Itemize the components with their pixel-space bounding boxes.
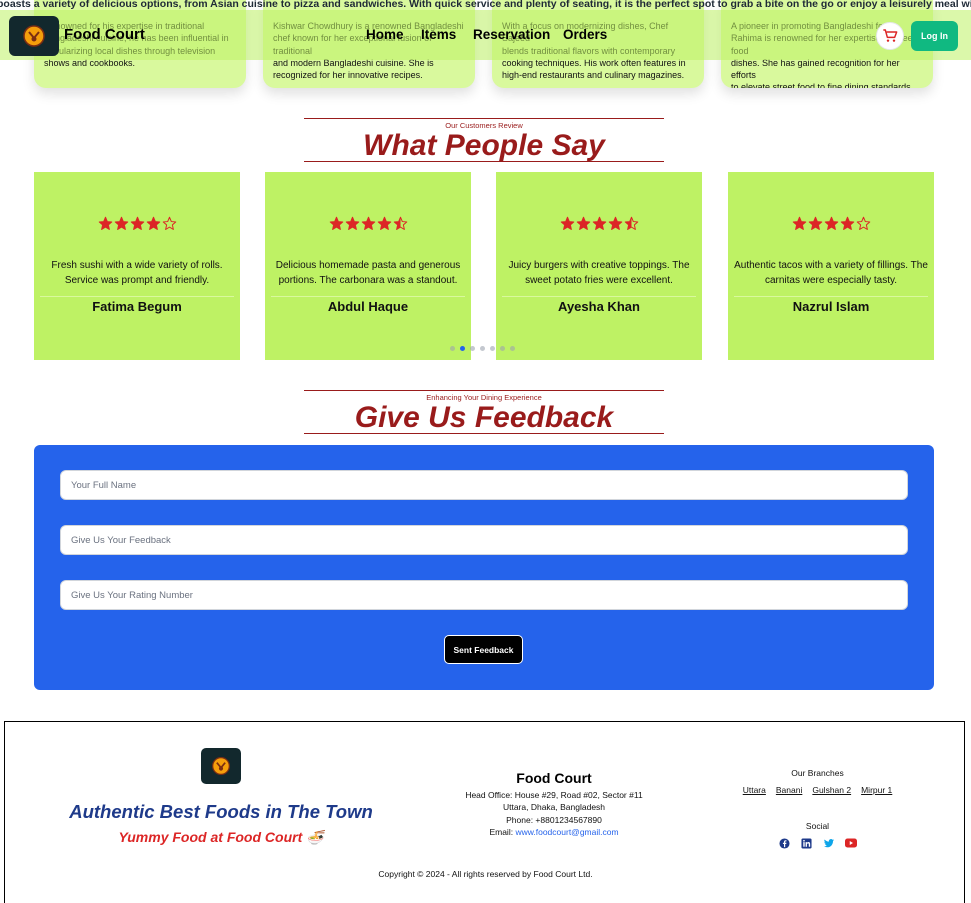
reviewer-name: Fatima Begum xyxy=(92,299,182,314)
star-filled-icon xyxy=(345,216,359,230)
star-filled-icon xyxy=(377,216,391,230)
footer-contact: Food Court Head Office: House #29, Road … xyxy=(454,770,654,838)
reviews-heading: Our Customers Review What People Say xyxy=(304,118,664,162)
copyright: Copyright © 2024 - All rights reserved b… xyxy=(378,869,593,879)
star-rating xyxy=(728,216,934,234)
social-links xyxy=(725,837,910,849)
social-label: Social xyxy=(805,821,830,831)
carousel-dots xyxy=(450,346,515,351)
star-filled-icon xyxy=(608,216,622,230)
star-filled-icon xyxy=(808,216,822,230)
star-filled-icon xyxy=(146,216,160,230)
phone: Phone: +8801234567890 xyxy=(506,814,602,825)
marquee-text: boasts a variety of delicious options, f… xyxy=(0,0,971,10)
address-line-1: Head Office: House #29, Road #02, Sector… xyxy=(465,790,643,800)
branch-gulshan-2[interactable]: Gulshan 2 xyxy=(812,785,851,795)
star-rating xyxy=(265,216,471,234)
facebook-icon[interactable] xyxy=(779,837,791,849)
feedback-form: Sent Feedback xyxy=(34,445,934,690)
star-filled-icon xyxy=(792,216,806,230)
branches-list: Uttara Banani Gulshan 2 Mirpur 1 xyxy=(725,785,910,795)
star-filled-icon xyxy=(114,216,128,230)
star-filled-icon xyxy=(329,216,343,230)
reviewer-name: Ayesha Khan xyxy=(558,299,640,314)
review-card: Fresh sushi with a wide variety of rolls… xyxy=(34,172,240,360)
carousel-dot[interactable] xyxy=(480,346,485,351)
review-text: Juicy burgers with creative toppings. Th… xyxy=(508,260,690,286)
star-filled-icon xyxy=(560,216,574,230)
nav-home[interactable]: Home xyxy=(366,27,404,42)
review-card: Delicious homemade pasta and generous po… xyxy=(265,172,471,360)
star-half-icon xyxy=(624,216,638,230)
star-filled-icon xyxy=(840,216,854,230)
star-rating xyxy=(496,216,702,234)
branch-uttara[interactable]: Uttara xyxy=(743,785,766,795)
navbar: Food Court Home Items Reservation Orders… xyxy=(0,10,971,60)
logo[interactable] xyxy=(9,16,59,56)
star-filled-icon xyxy=(130,216,144,230)
branch-banani[interactable]: Banani xyxy=(776,785,802,795)
email-label: Email: xyxy=(489,826,516,837)
carousel-dot[interactable] xyxy=(470,346,475,351)
divider xyxy=(40,296,234,297)
login-button[interactable]: Log In xyxy=(911,21,958,51)
full-name-input[interactable] xyxy=(60,470,908,500)
footer-right: Our Branches Uttara Banani Gulshan 2 Mir… xyxy=(725,768,910,849)
star-filled-icon xyxy=(592,216,606,230)
carousel-dot[interactable] xyxy=(450,346,455,351)
feedback-heading: Enhancing Your Dining Experience Give Us… xyxy=(304,390,664,434)
star-empty-icon xyxy=(856,216,870,230)
review-card: Juicy burgers with creative toppings. Th… xyxy=(496,172,702,360)
star-filled-icon xyxy=(824,216,838,230)
carousel-dot[interactable] xyxy=(460,346,465,351)
footer: Authentic Best Foods in The Town Yummy F… xyxy=(4,721,965,903)
nav-reservation[interactable]: Reservation xyxy=(473,27,550,42)
food-logo-icon xyxy=(23,25,45,47)
divider xyxy=(502,296,696,297)
nav-orders[interactable]: Orders xyxy=(563,27,607,42)
footer-tagline: Authentic Best Foods in The Town xyxy=(69,801,373,822)
reviewer-name: Nazrul Islam xyxy=(792,299,870,314)
email-row: Email: www.foodcourt@gmail.com xyxy=(454,826,654,838)
reviews-title: What People Say xyxy=(363,129,605,162)
address-line-2: Uttara, Dhaka, Bangladesh xyxy=(502,802,606,813)
footer-brand-name: Food Court xyxy=(516,770,592,786)
review-card: Authentic tacos with a variety of fillin… xyxy=(728,172,934,360)
footer-subtagline: Yummy Food at Food Court 🍜 xyxy=(118,829,324,845)
carousel-dot[interactable] xyxy=(500,346,505,351)
star-rating xyxy=(34,216,240,234)
star-filled-icon xyxy=(361,216,375,230)
email-link[interactable]: www.foodcourt@gmail.com xyxy=(515,827,618,837)
divider xyxy=(734,296,928,297)
youtube-icon[interactable] xyxy=(844,837,857,849)
page: boasts a variety of delicious options, f… xyxy=(0,0,971,903)
star-filled-icon xyxy=(98,216,112,230)
star-filled-icon xyxy=(576,216,590,230)
send-feedback-button[interactable]: Sent Feedback xyxy=(444,635,523,664)
star-empty-icon xyxy=(162,216,176,230)
twitter-icon[interactable] xyxy=(823,837,835,849)
carousel-dot[interactable] xyxy=(510,346,515,351)
divider xyxy=(271,296,465,297)
cart-button[interactable] xyxy=(876,22,904,50)
branch-mirpur-1[interactable]: Mirpur 1 xyxy=(861,785,892,795)
rating-input[interactable] xyxy=(60,580,908,610)
review-text: Fresh sushi with a wide variety of rolls… xyxy=(51,260,223,286)
feedback-title: Give Us Feedback xyxy=(354,401,614,434)
brand-name[interactable]: Food Court xyxy=(64,26,145,43)
food-logo-icon xyxy=(212,757,230,775)
review-text: Delicious homemade pasta and generous po… xyxy=(275,260,461,286)
feedback-input[interactable] xyxy=(60,525,908,555)
linkedin-icon[interactable] xyxy=(801,837,813,849)
cart-icon xyxy=(883,29,898,42)
review-text: Authentic tacos with a variety of fillin… xyxy=(734,260,928,286)
branches-label: Our Branches xyxy=(791,768,844,778)
reviewer-name: Abdul Haque xyxy=(327,299,409,314)
footer-logo[interactable] xyxy=(201,748,241,784)
star-half-icon xyxy=(393,216,407,230)
carousel-dot[interactable] xyxy=(490,346,495,351)
nav-items[interactable]: Items xyxy=(421,27,456,42)
